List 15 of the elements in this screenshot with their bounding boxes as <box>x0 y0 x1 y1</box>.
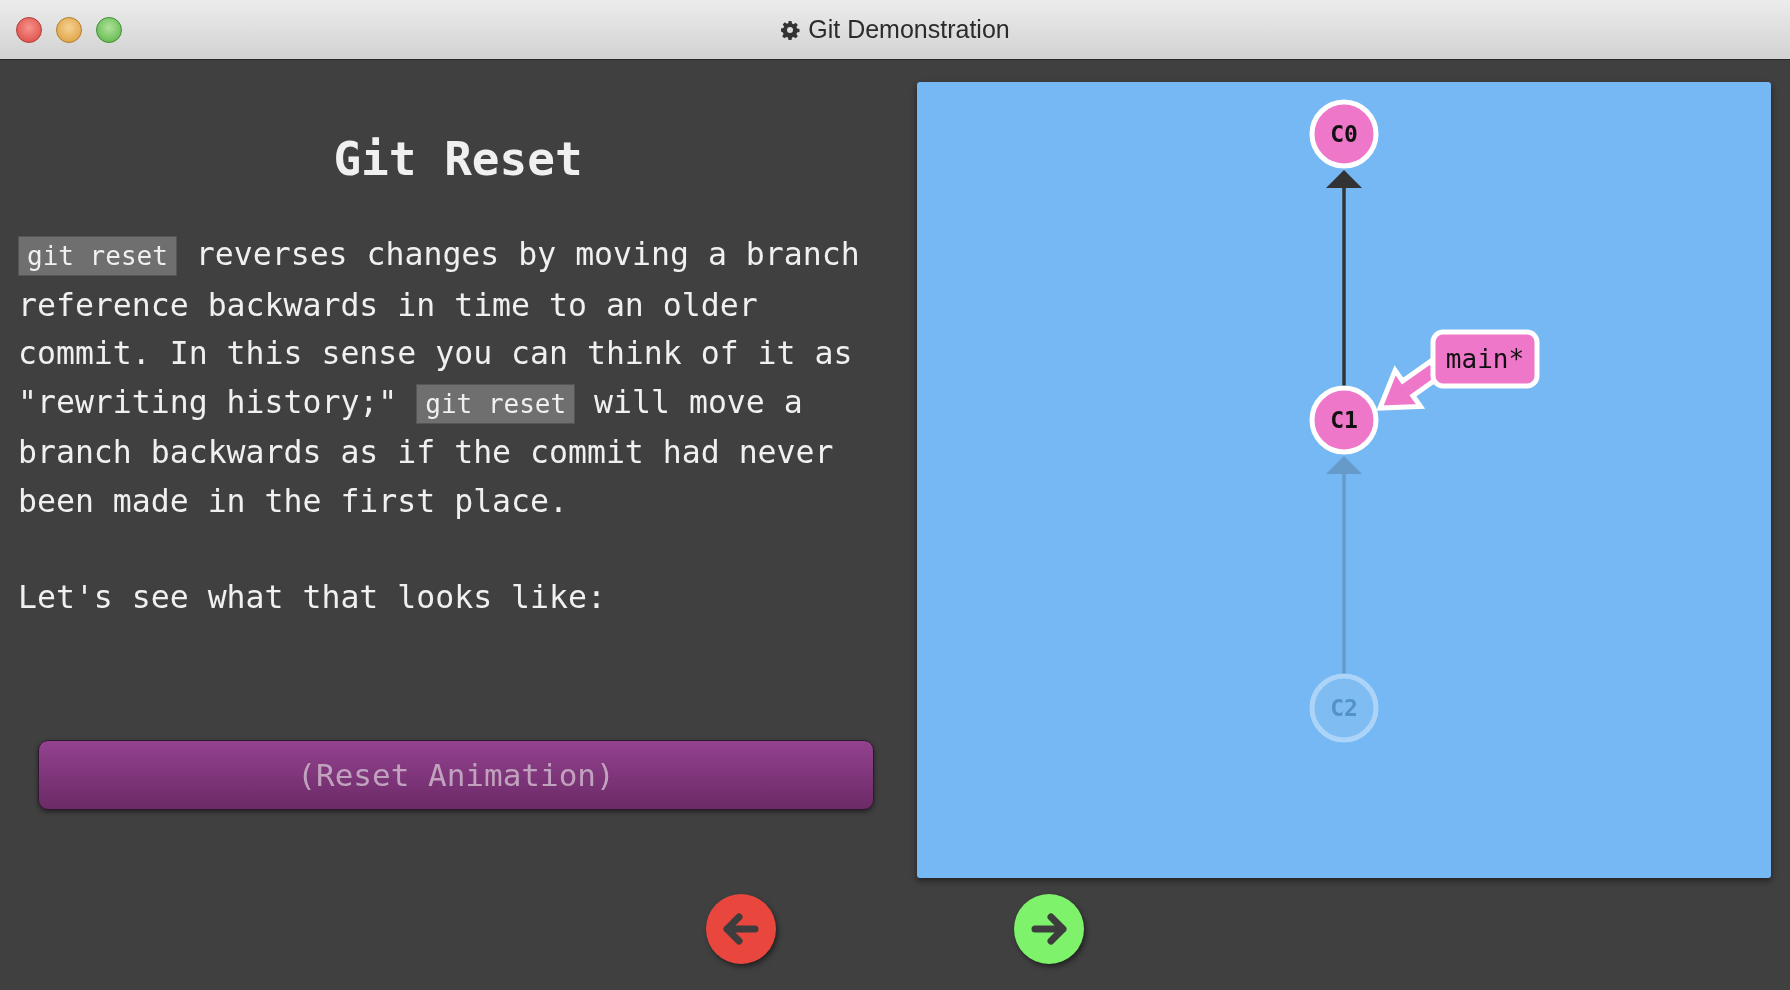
zoom-button[interactable] <box>96 16 122 43</box>
back-button[interactable] <box>706 894 776 964</box>
forward-button[interactable] <box>1014 894 1084 964</box>
branch-label[interactable]: main* <box>1430 329 1540 389</box>
window-title: Git Demonstration <box>808 15 1010 44</box>
close-button[interactable] <box>16 16 42 43</box>
commit-node[interactable]: C0 <box>1309 99 1379 169</box>
lesson-paragraph: Let's see what that looks like: <box>18 578 607 617</box>
commit-node[interactable]: C1 <box>1309 385 1379 455</box>
gear-icon <box>780 19 801 40</box>
lesson-paragraph: git reset reverses changes by moving a branch reference backwards in time to an older commit. In this sense you can think of it as "rewriting history;" git reset will move a branch backwards as if the commit had never been made in the first place. <box>18 235 861 521</box>
minimize-button[interactable] <box>56 16 82 43</box>
lesson-heading: Git Reset <box>332 132 584 186</box>
inline-code: git reset <box>416 383 576 424</box>
inline-code: git reset <box>18 236 177 276</box>
